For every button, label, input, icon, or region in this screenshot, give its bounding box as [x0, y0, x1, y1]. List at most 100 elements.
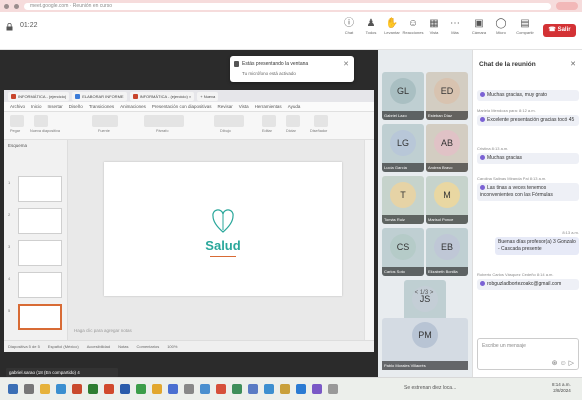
menu-item[interactable]: Presentación con diapositivas: [152, 104, 212, 109]
ppt-tab-new[interactable]: + Nueva: [197, 91, 219, 101]
menu-item[interactable]: Revisar: [217, 104, 232, 109]
status-comments[interactable]: Comentarios: [137, 344, 160, 349]
forward-icon[interactable]: [14, 3, 19, 9]
participants-pager[interactable]: < 1/3 >: [406, 290, 442, 296]
participant-tile[interactable]: M Marisol Ponce: [426, 176, 468, 224]
participant-tile[interactable]: ED Esteban Díaz: [426, 72, 468, 120]
menu-item[interactable]: Animaciones: [120, 104, 146, 109]
more-button[interactable]: ⋯ Más: [444, 18, 466, 35]
menu-item[interactable]: Vista: [239, 104, 249, 109]
chrome-icon[interactable]: [136, 384, 146, 394]
participant-tile[interactable]: T Tomás Ruiz: [382, 176, 424, 224]
app-icon[interactable]: [264, 384, 274, 394]
excel-icon[interactable]: [88, 384, 98, 394]
app-icon[interactable]: [216, 384, 226, 394]
participant-tile[interactable]: AB Andrea Bravo: [426, 124, 468, 172]
camera-button[interactable]: ▣ Cámara: [468, 18, 490, 35]
participant-name: Gabriel Lazo: [382, 111, 424, 120]
app-icon[interactable]: [248, 384, 258, 394]
ppt-tab-active[interactable]: INFORMÁTICA - (ejercicio) ×: [129, 91, 195, 101]
ppt-tab[interactable]: INFORMÁTICA - (ejercicio): [8, 91, 70, 101]
folder-icon[interactable]: [152, 384, 162, 394]
slide-thumbnail[interactable]: [18, 272, 62, 298]
participant-tile[interactable]: LG Lucía García: [382, 124, 424, 172]
outline-tab[interactable]: Esquema: [8, 143, 27, 148]
font-icon[interactable]: [92, 115, 118, 127]
current-slide[interactable]: Salud: [104, 162, 342, 296]
participant-name: Lucía García: [382, 163, 424, 172]
ribbon-label: Dibujo: [220, 129, 231, 133]
share-icon: ▤: [520, 18, 530, 29]
reactions-button[interactable]: ☺ Reacciones: [402, 18, 424, 35]
people-button[interactable]: ♟ Todos: [360, 18, 382, 35]
menu-item[interactable]: Transiciones: [89, 104, 114, 109]
slide-thumbnail[interactable]: [18, 208, 62, 234]
notes-placeholder[interactable]: Haga clic para agregar notas: [68, 326, 374, 336]
system-clock[interactable]: 8:14 a.m. 2/8/2024: [552, 382, 571, 394]
chat-message: 8:13 a.m. Buenas días profesor(a) 3 Gonz…: [477, 230, 579, 255]
profile-pill[interactable]: [556, 2, 578, 10]
mic-button[interactable]: ◯ Micro: [490, 18, 512, 35]
drawing-icon[interactable]: [214, 115, 244, 127]
search-icon[interactable]: [24, 384, 34, 394]
app-icon[interactable]: [200, 384, 210, 394]
paste-icon[interactable]: [10, 115, 24, 127]
chat-message-input[interactable]: Escribe un mensaje ⊛ ☺ ▷: [477, 338, 579, 370]
teams-icon[interactable]: [168, 384, 178, 394]
chat-panel: Chat de la reunión ✕ Muchas gracias, muy…: [472, 50, 582, 377]
edit-icon[interactable]: [262, 115, 276, 127]
powerpoint-icon[interactable]: [104, 384, 114, 394]
participant-tile[interactable]: EB Elizabeth Bonilla: [426, 228, 468, 276]
status-language[interactable]: Español (México): [48, 344, 79, 349]
office-icon[interactable]: [72, 384, 82, 394]
app-icon[interactable]: [280, 384, 290, 394]
emoji-icon[interactable]: ☺: [560, 360, 567, 367]
slide-thumbnail[interactable]: [18, 240, 62, 266]
status-accessibility[interactable]: Accesibilidad: [87, 344, 110, 349]
explorer-icon[interactable]: [40, 384, 50, 394]
avatar: PM: [412, 322, 438, 348]
app-icon[interactable]: [232, 384, 242, 394]
app-icon[interactable]: [296, 384, 306, 394]
send-icon[interactable]: ▷: [569, 360, 574, 367]
status-zoom[interactable]: 100%: [167, 344, 177, 349]
app-icon[interactable]: [328, 384, 338, 394]
system-tray-notification[interactable]: Se estrenan diez loca...: [404, 385, 456, 391]
chat-button[interactable]: ⓘ Chat: [338, 18, 360, 35]
file-icon: [132, 93, 138, 99]
paragraph-icon[interactable]: [144, 115, 184, 127]
menu-item[interactable]: Ayuda: [288, 104, 301, 109]
menu-item[interactable]: Inicio: [31, 104, 42, 109]
ppt-tab[interactable]: ELABORAR INFORME: [72, 91, 127, 101]
dictate-icon[interactable]: [286, 115, 300, 127]
raise-hand-button[interactable]: ✋ Levantar: [381, 18, 403, 35]
avatar: AB: [434, 130, 460, 156]
share-button[interactable]: ▤ Compartir: [514, 18, 536, 35]
avatar: LG: [390, 130, 416, 156]
slide-thumbnail[interactable]: [18, 176, 62, 202]
participant-tile[interactable]: CS Carlos Soto: [382, 228, 424, 276]
start-icon[interactable]: [8, 384, 18, 394]
designer-icon[interactable]: [314, 115, 328, 127]
app-icon[interactable]: [312, 384, 322, 394]
app-icon[interactable]: [184, 384, 194, 394]
back-icon[interactable]: [4, 3, 9, 9]
menu-item[interactable]: Archivo: [10, 104, 25, 109]
view-button[interactable]: ▦ Vista: [423, 18, 445, 35]
status-notes[interactable]: Notas: [118, 344, 128, 349]
participant-tile[interactable]: GL Gabriel Lazo: [382, 72, 424, 120]
hand-icon: ✋: [385, 18, 399, 29]
menu-item[interactable]: Insertar: [48, 104, 63, 109]
close-icon[interactable]: ✕: [343, 60, 349, 68]
close-icon[interactable]: ✕: [570, 60, 576, 68]
gif-icon[interactable]: ⊛: [552, 360, 558, 367]
new-slide-icon[interactable]: [34, 115, 48, 127]
slide-thumbnail-selected[interactable]: [18, 304, 62, 330]
address-bar[interactable]: meet.google.com · Reunión en curso: [24, 2, 551, 10]
word-icon[interactable]: [120, 384, 130, 394]
menu-item[interactable]: Diseño: [69, 104, 83, 109]
menu-item[interactable]: Herramientas: [255, 104, 282, 109]
edge-icon[interactable]: [56, 384, 66, 394]
leave-button[interactable]: ☎ Salir: [543, 24, 576, 37]
featured-participant-tile[interactable]: PM Pablo Morales Villacrés: [382, 318, 468, 370]
